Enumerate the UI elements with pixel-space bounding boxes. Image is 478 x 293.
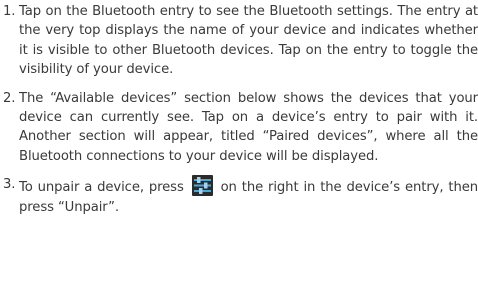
settings-sliders-icon xyxy=(191,175,213,197)
step-number: 3. xyxy=(3,177,16,193)
step-3: 3. To unpair a device, press on the righ… xyxy=(0,175,478,217)
step-2: 2. The “Available devices” section below… xyxy=(0,89,478,167)
step-1: 1. Tap on the Bluetooth entry to see the… xyxy=(0,2,478,80)
instruction-list: 1. Tap on the Bluetooth entry to see the… xyxy=(0,2,478,217)
step-number: 2. xyxy=(3,90,16,106)
step-text: Tap on the Bluetooth entry to see the Bl… xyxy=(19,4,478,78)
step-text-before: To unpair a device, press xyxy=(19,180,184,196)
step-text: The “Available devices” section below sh… xyxy=(19,90,478,164)
step-number: 1. xyxy=(3,4,16,19)
